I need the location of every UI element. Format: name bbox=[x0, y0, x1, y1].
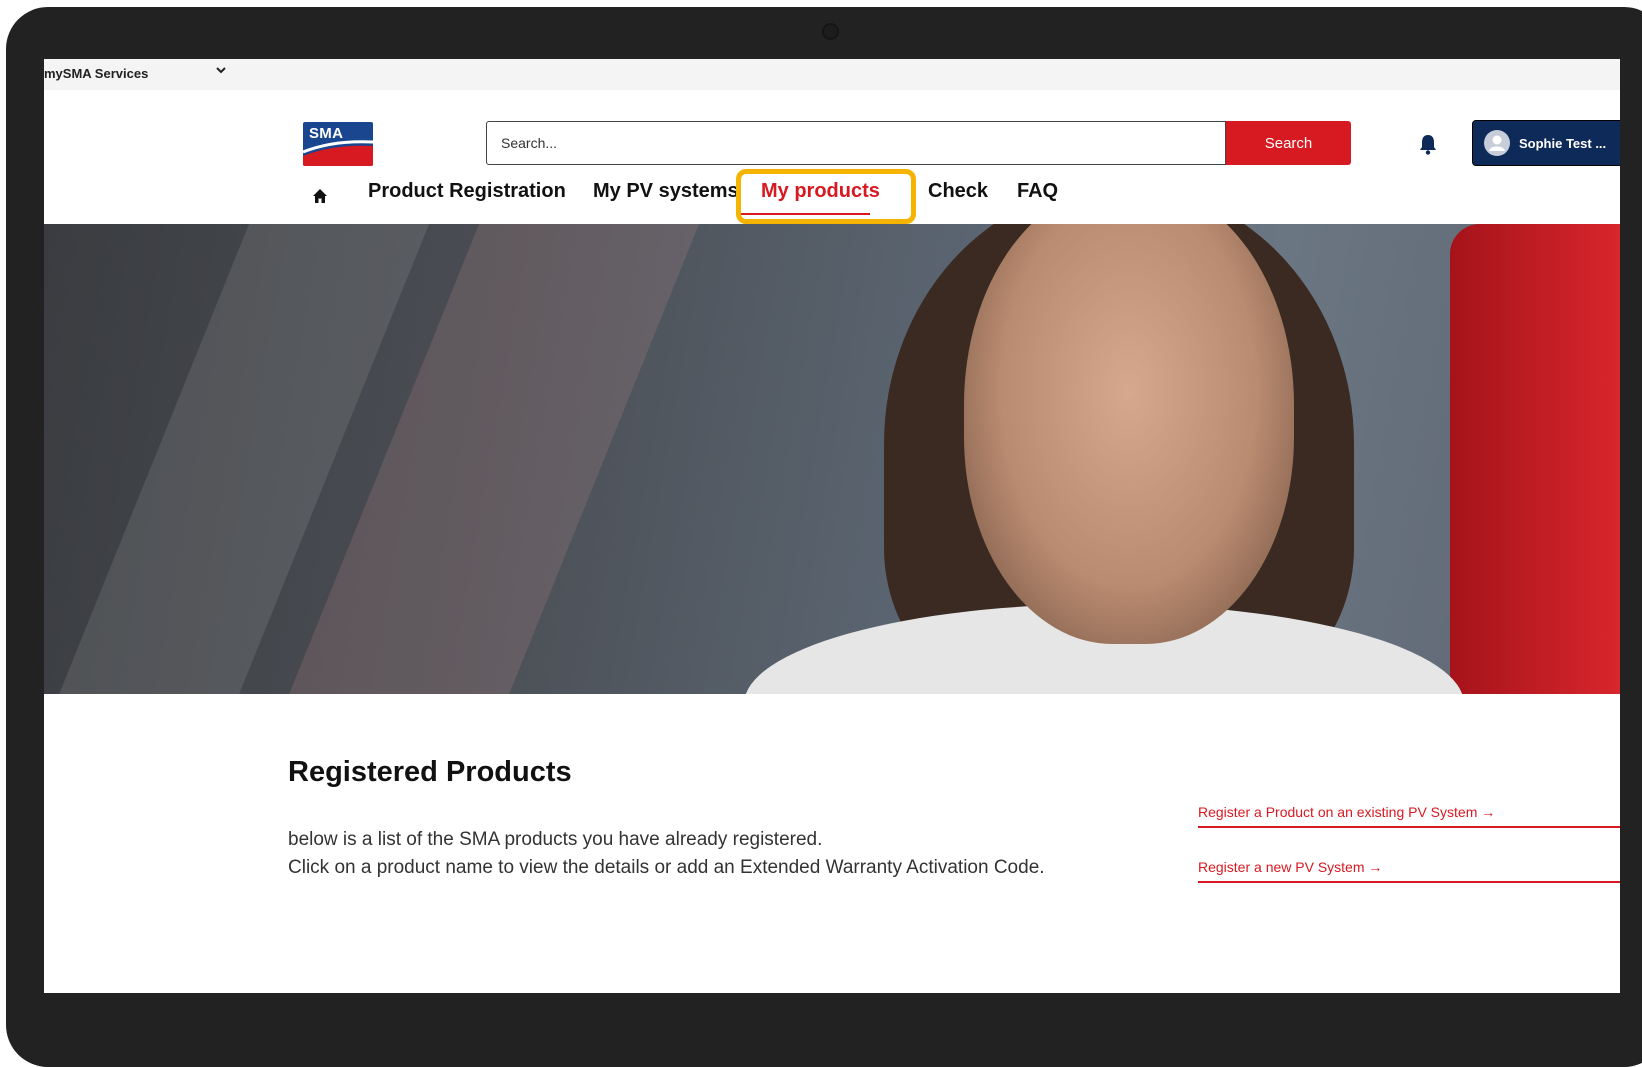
register-new-pv-system-link[interactable]: Register a new PV System → bbox=[1198, 859, 1382, 875]
services-dropdown-label[interactable]: mySMA Services bbox=[44, 66, 148, 81]
user-name: Sophie Test ... bbox=[1519, 135, 1607, 151]
page-title: Registered Products bbox=[288, 756, 572, 788]
chevron-down-icon[interactable] bbox=[215, 64, 227, 79]
link-underline bbox=[1198, 826, 1620, 828]
sma-logo[interactable]: SMA bbox=[303, 122, 373, 166]
utility-bar: mySMA Services bbox=[44, 59, 1620, 90]
highlight-callout bbox=[736, 169, 916, 224]
search-button[interactable]: Search bbox=[1226, 121, 1351, 165]
user-menu-button[interactable]: Sophie Test ... ▼ bbox=[1472, 120, 1620, 166]
page-description: below is a list of the SMA products you … bbox=[288, 826, 1045, 882]
description-line: Click on a product name to view the deta… bbox=[288, 857, 1045, 878]
hero-person-face bbox=[964, 224, 1294, 644]
hero-inverter-device bbox=[1450, 224, 1620, 694]
nav-item-faq[interactable]: FAQ bbox=[1017, 180, 1058, 203]
search-input[interactable] bbox=[486, 121, 1226, 165]
logo-swoosh bbox=[303, 140, 373, 166]
webcam bbox=[822, 23, 839, 40]
description-line: below is a list of the SMA products you … bbox=[288, 829, 823, 850]
user-avatar-icon bbox=[1484, 130, 1510, 156]
caret-down-icon: ▼ bbox=[1618, 138, 1620, 149]
browser-screen: mySMA Services SMA Search Sophie Test ..… bbox=[44, 59, 1620, 993]
nav-item-my-pv-systems[interactable]: My PV systems bbox=[593, 180, 739, 203]
bell-icon[interactable] bbox=[1418, 133, 1438, 160]
register-product-existing-link[interactable]: Register a Product on an existing PV Sys… bbox=[1198, 804, 1495, 820]
nav-item-product-registration[interactable]: Product Registration bbox=[368, 180, 566, 203]
nav-item-check[interactable]: Check bbox=[928, 180, 988, 203]
home-icon[interactable] bbox=[312, 188, 328, 209]
link-underline bbox=[1198, 881, 1620, 883]
hero-banner bbox=[44, 224, 1620, 694]
